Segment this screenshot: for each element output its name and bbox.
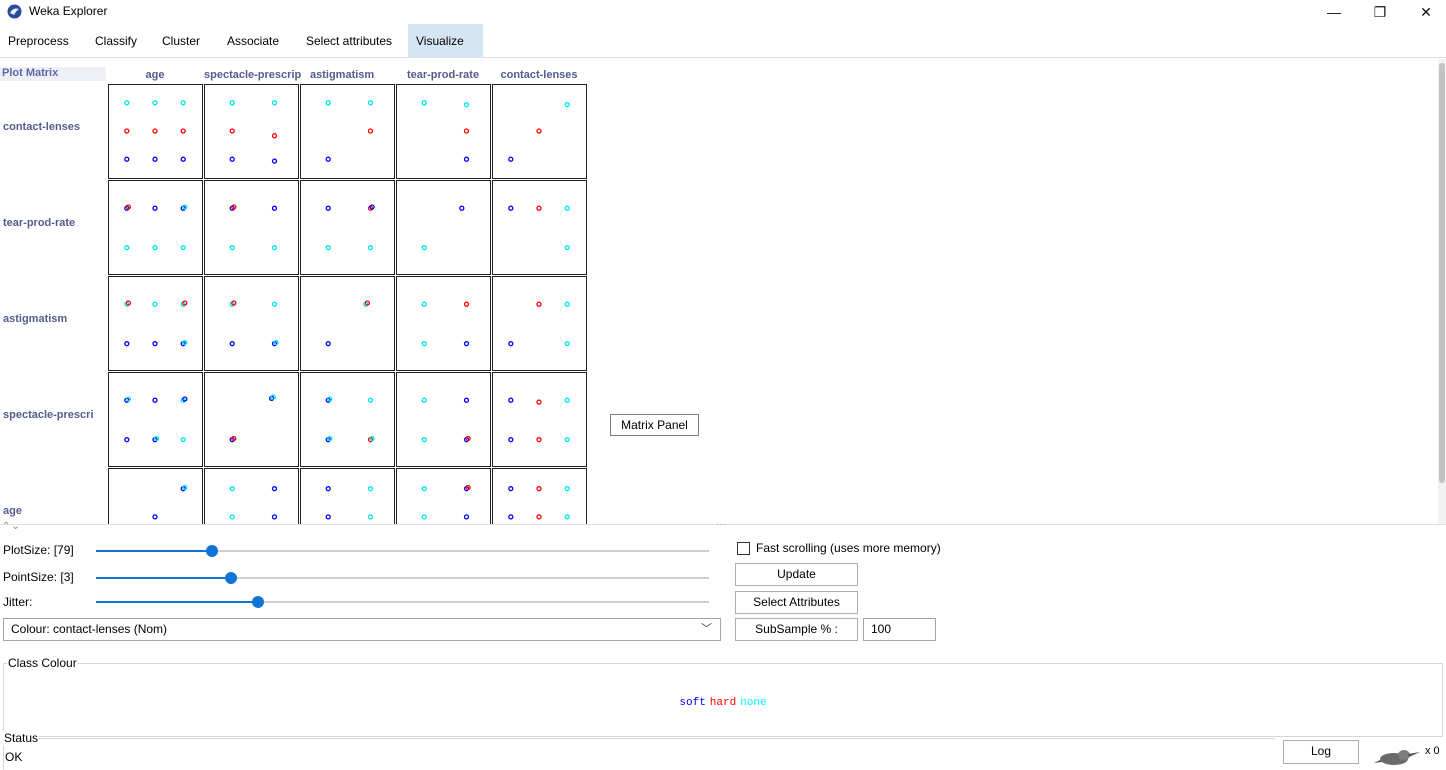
matrix-vertical-scrollbar[interactable] xyxy=(1438,59,1446,524)
class-colour-legend: Class Colour xyxy=(7,656,78,670)
scatter-cell-age-vs-astigmatism[interactable] xyxy=(300,468,395,525)
scatter-cell-age-vs-tear-prod-rate[interactable] xyxy=(396,468,491,525)
tab-bar: Preprocess Classify Cluster Associate Se… xyxy=(0,24,1446,58)
scatter-cell-age-vs-spectacle-prescrip[interactable] xyxy=(204,468,299,525)
scatter-cell-spectacle-prescri-vs-spectacle-prescrip[interactable] xyxy=(204,372,299,467)
tab-cluster[interactable]: Cluster xyxy=(154,24,208,58)
colour-select[interactable]: Colour: contact-lenses (Nom) ﹀ xyxy=(3,618,721,641)
status-panel xyxy=(3,738,1275,770)
tab-associate[interactable]: Associate xyxy=(219,24,287,58)
fast-scrolling-option[interactable]: Fast scrolling (uses more memory) xyxy=(737,541,941,555)
scatter-cell-spectacle-prescri-vs-age[interactable] xyxy=(108,372,203,467)
scatter-cell-astigmatism-vs-age[interactable] xyxy=(108,276,203,371)
weka-bird-status-icon xyxy=(1374,750,1420,765)
colour-select-value: Colour: contact-lenses (Nom) xyxy=(11,622,168,636)
scatter-cell-tear-prod-rate-vs-tear-prod-rate[interactable] xyxy=(396,180,491,275)
status-legend: Status xyxy=(3,731,40,745)
scatter-cell-astigmatism-vs-spectacle-prescrip[interactable] xyxy=(204,276,299,371)
jitter-slider[interactable] xyxy=(96,594,709,610)
task-count: x 0 xyxy=(1425,745,1440,757)
scatter-cell-age-vs-age[interactable] xyxy=(108,468,203,525)
tab-select-attributes[interactable]: Select attributes xyxy=(298,24,400,58)
scatter-cell-spectacle-prescri-vs-astigmatism[interactable] xyxy=(300,372,395,467)
jitter-label: Jitter: xyxy=(3,595,33,609)
scatter-cell-contact-lenses-vs-astigmatism[interactable] xyxy=(300,84,395,179)
select-attributes-button[interactable]: Select Attributes xyxy=(735,591,858,614)
point-size-label: PointSize: [3] xyxy=(3,570,74,584)
weka-app-icon xyxy=(7,4,22,19)
scatter-cell-contact-lenses-vs-age[interactable] xyxy=(108,84,203,179)
scatter-cell-tear-prod-rate-vs-contact-lenses[interactable] xyxy=(492,180,587,275)
scatter-cell-tear-prod-rate-vs-age[interactable] xyxy=(108,180,203,275)
scatter-cell-spectacle-prescri-vs-contact-lenses[interactable] xyxy=(492,372,587,467)
class-none[interactable]: none xyxy=(740,697,766,709)
plot-size-slider-knob[interactable] xyxy=(206,545,219,557)
point-size-slider[interactable] xyxy=(96,570,709,586)
scatter-cell-astigmatism-vs-astigmatism[interactable] xyxy=(300,276,395,371)
scatter-cell-tear-prod-rate-vs-spectacle-prescrip[interactable] xyxy=(204,180,299,275)
scatter-cell-contact-lenses-vs-tear-prod-rate[interactable] xyxy=(396,84,491,179)
log-button[interactable]: Log xyxy=(1283,740,1359,764)
scatter-cell-contact-lenses-vs-spectacle-prescrip[interactable] xyxy=(204,84,299,179)
restore-button[interactable]: ❐ xyxy=(1360,0,1400,24)
jitter-slider-knob[interactable] xyxy=(252,596,265,608)
drag-handle-icon[interactable]: ··· xyxy=(716,519,726,530)
minimize-button[interactable]: — xyxy=(1314,0,1354,24)
collapse-arrows-icon[interactable]: ⌃⌄ xyxy=(2,521,21,532)
plot-size-label: PlotSize: [79] xyxy=(3,543,74,557)
class-hard[interactable]: hard xyxy=(710,697,736,709)
scatter-cell-astigmatism-vs-tear-prod-rate[interactable] xyxy=(396,276,491,371)
fast-scrolling-checkbox[interactable] xyxy=(737,541,750,555)
close-button[interactable]: ✕ xyxy=(1406,0,1446,24)
scatter-matrix-grid[interactable] xyxy=(0,59,600,524)
scrollbar-thumb[interactable] xyxy=(1439,63,1445,483)
scatter-cell-tear-prod-rate-vs-astigmatism[interactable] xyxy=(300,180,395,275)
scatter-cell-age-vs-contact-lenses[interactable] xyxy=(492,468,587,525)
subsample-input[interactable]: 100 xyxy=(863,618,936,641)
chevron-down-icon[interactable]: ﹀ xyxy=(701,619,712,640)
class-soft[interactable]: soft xyxy=(679,697,705,709)
plot-matrix-panel[interactable]: Plot Matrix age spectacle-prescrip astig… xyxy=(0,59,1446,524)
status-text: OK xyxy=(5,750,23,764)
tab-preprocess[interactable]: Preprocess xyxy=(0,24,77,58)
subsample-button[interactable]: SubSample % : xyxy=(735,618,858,641)
window-title: Weka Explorer xyxy=(29,4,108,18)
tab-classify[interactable]: Classify xyxy=(87,24,145,58)
split-pane-divider[interactable]: ⌃⌄ ··· xyxy=(0,519,1446,534)
scatter-cell-contact-lenses-vs-contact-lenses[interactable] xyxy=(492,84,587,179)
plot-size-slider[interactable] xyxy=(96,543,709,559)
scatter-cell-astigmatism-vs-contact-lenses[interactable] xyxy=(492,276,587,371)
title-bar: Weka Explorer — ❐ ✕ xyxy=(0,0,1446,24)
point-size-slider-knob[interactable] xyxy=(224,572,237,584)
fast-scrolling-label: Fast scrolling (uses more memory) xyxy=(756,541,941,555)
matrix-panel-tooltip: Matrix Panel xyxy=(610,414,699,436)
tab-visualize[interactable]: Visualize xyxy=(408,24,483,58)
class-colour-list: soft hard none xyxy=(0,697,1446,709)
scatter-cell-spectacle-prescri-vs-tear-prod-rate[interactable] xyxy=(396,372,491,467)
update-button[interactable]: Update xyxy=(735,563,858,586)
